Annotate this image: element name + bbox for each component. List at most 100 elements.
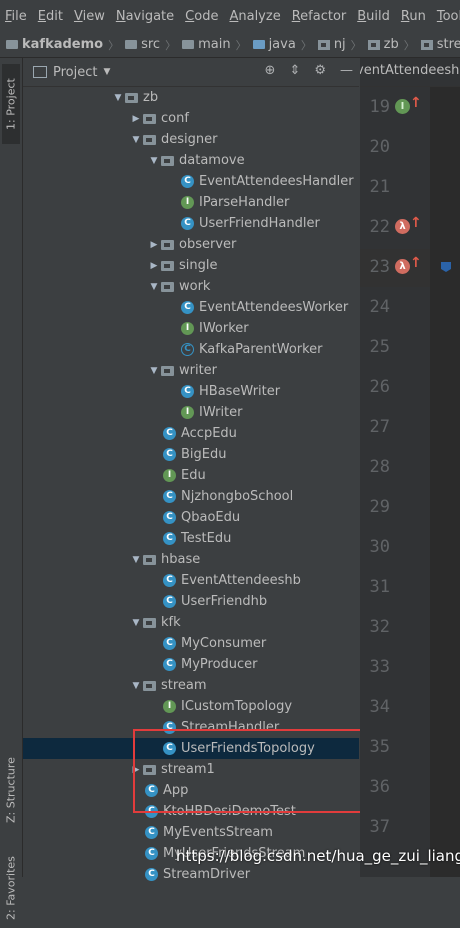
tree-row[interactable]: ▼ hbase: [23, 549, 359, 570]
tree-row[interactable]: C AccpEdu: [23, 423, 359, 444]
breadcrumb-item[interactable]: main 〉: [176, 37, 247, 53]
package-icon: [317, 39, 330, 50]
tree-row[interactable]: C EventAttendeeshb: [23, 570, 359, 591]
minimize-icon[interactable]: —: [340, 63, 353, 78]
tree-row[interactable]: C StreamDriver: [23, 864, 359, 885]
collapse-all-icon[interactable]: ⇕: [289, 63, 300, 78]
line-number: 35: [369, 737, 390, 757]
tree-item-label: designer: [161, 132, 218, 147]
tree-row[interactable]: C EventAttendeesWorker: [23, 297, 359, 318]
tab-structure[interactable]: Z: Structure: [2, 750, 20, 830]
chevron-down-icon[interactable]: ▼: [111, 93, 125, 103]
tree-row[interactable]: C EventAttendeesHandler: [23, 171, 359, 192]
tree-row[interactable]: ▶ single: [23, 255, 359, 276]
tree-item-label: EventAttendeesWorker: [199, 300, 349, 315]
tree-row[interactable]: ▶ conf: [23, 108, 359, 129]
tree-row[interactable]: C BigEdu: [23, 444, 359, 465]
interface-icon: I: [163, 469, 176, 482]
chevron-down-icon[interactable]: ▼: [147, 156, 161, 166]
tree-row[interactable]: C UserFriendhb: [23, 591, 359, 612]
abstract-class-icon: C: [181, 343, 194, 356]
chevron-down-icon[interactable]: ▼: [147, 282, 161, 292]
menu-item-navigate[interactable]: Navigate: [111, 9, 180, 24]
tree-row[interactable]: I IParseHandler: [23, 192, 359, 213]
tree-row[interactable]: ▼ designer: [23, 129, 359, 150]
tab-favorites[interactable]: 2: Favorites: [2, 848, 20, 928]
tree-row[interactable]: C MyConsumer: [23, 633, 359, 654]
tree-item-label: UserFriendhb: [181, 594, 268, 609]
breadcrumb-item[interactable]: zb 〉: [362, 37, 415, 53]
tree-row[interactable]: C NjzhongboSchool: [23, 486, 359, 507]
tree-row[interactable]: C MyEventsStream: [23, 822, 359, 843]
chevron-right-icon[interactable]: ▶: [147, 240, 161, 250]
lambda-icon[interactable]: λ: [395, 219, 410, 234]
breadcrumb-item[interactable]: kafkademo 〉: [0, 37, 119, 53]
chevron-right-icon[interactable]: ▶: [147, 261, 161, 271]
tree-item-label: NjzhongboSchool: [181, 489, 294, 504]
tab-project[interactable]: 1: Project: [2, 64, 20, 144]
folder-icon: [182, 40, 195, 49]
package-icon: [161, 155, 174, 166]
tree-row[interactable]: ▼ kfk: [23, 612, 359, 633]
tree-item-label: StreamDriver: [163, 867, 251, 882]
lambda-icon[interactable]: λ: [395, 259, 410, 274]
tree-row[interactable]: I IWriter: [23, 402, 359, 423]
tree-row[interactable]: ▼ stream: [23, 675, 359, 696]
tree-row[interactable]: C UserFriendHandler: [23, 213, 359, 234]
menu-item-run[interactable]: Run: [396, 9, 432, 24]
chevron-down-icon[interactable]: ▼: [129, 555, 143, 565]
breadcrumb-item[interactable]: nj 〉: [312, 37, 362, 53]
tree-row[interactable]: ▼ writer: [23, 360, 359, 381]
tree-item-label: work: [179, 279, 211, 294]
chevron-down-icon[interactable]: ▼: [129, 135, 143, 145]
locate-icon[interactable]: ⊕: [265, 63, 276, 78]
code-area[interactable]: [430, 86, 460, 877]
tree-row[interactable]: ▼ zb: [23, 87, 359, 108]
tree-row[interactable]: C KafkaParentWorker: [23, 339, 359, 360]
chevron-down-icon[interactable]: ▼: [103, 67, 110, 77]
tree-row[interactable]: C HBaseWriter: [23, 381, 359, 402]
line-number: 25: [369, 337, 390, 357]
editor-tab[interactable]: ventAttendeeshb.j: [360, 58, 460, 87]
tree-row[interactable]: C TestEdu: [23, 528, 359, 549]
menu-item-tools[interactable]: Tools: [432, 9, 460, 24]
tree-row[interactable]: I IWorker: [23, 318, 359, 339]
menu-item-edit[interactable]: Edit: [33, 9, 69, 24]
package-icon: [420, 39, 433, 50]
tree-row[interactable]: C MyProducer: [23, 654, 359, 675]
gear-icon[interactable]: ⚙: [314, 63, 326, 78]
chevron-right-icon[interactable]: ▶: [129, 114, 143, 124]
panel-title[interactable]: Project: [53, 65, 97, 80]
menu-item-build[interactable]: Build: [352, 9, 396, 24]
tree-row[interactable]: ▼ work: [23, 276, 359, 297]
class-icon: C: [163, 637, 176, 650]
arrow-up-icon[interactable]: ↑: [410, 95, 422, 111]
tree-row[interactable]: ▶ observer: [23, 234, 359, 255]
breadcrumb-item[interactable]: stream〉: [415, 37, 460, 53]
menu-item-view[interactable]: View: [69, 9, 111, 24]
class-icon: C: [163, 511, 176, 524]
chevron-down-icon[interactable]: ▼: [147, 366, 161, 376]
menu-item-analyze[interactable]: Analyze: [224, 9, 286, 24]
menu-item-code[interactable]: Code: [180, 9, 224, 24]
tree-row[interactable]: I ICustomTopology: [23, 696, 359, 717]
implemented-interface-icon[interactable]: I: [395, 99, 410, 114]
tree-row[interactable]: ▼ datamove: [23, 150, 359, 171]
tree-row[interactable]: I Edu: [23, 465, 359, 486]
menu-item-refactor[interactable]: Refactor: [287, 9, 353, 24]
line-number: 24: [369, 297, 390, 317]
package-icon: [143, 617, 156, 628]
breadcrumb-item[interactable]: src 〉: [119, 37, 176, 53]
breadcrumb-item[interactable]: java 〉: [247, 37, 312, 53]
tree-row[interactable]: C QbaoEdu: [23, 507, 359, 528]
menu-item-file[interactable]: File: [0, 9, 33, 24]
arrow-up-icon[interactable]: ↑: [410, 215, 422, 231]
breadcrumb-label: kafkademo: [22, 37, 104, 52]
tree-item-label: MyEventsStream: [163, 825, 273, 840]
line-number: 23: [369, 257, 390, 277]
line-number: 27: [369, 417, 390, 437]
chevron-down-icon[interactable]: ▼: [129, 681, 143, 691]
arrow-up-icon[interactable]: ↑: [410, 255, 422, 271]
chevron-down-icon[interactable]: ▼: [129, 618, 143, 628]
class-icon: C: [163, 532, 176, 545]
